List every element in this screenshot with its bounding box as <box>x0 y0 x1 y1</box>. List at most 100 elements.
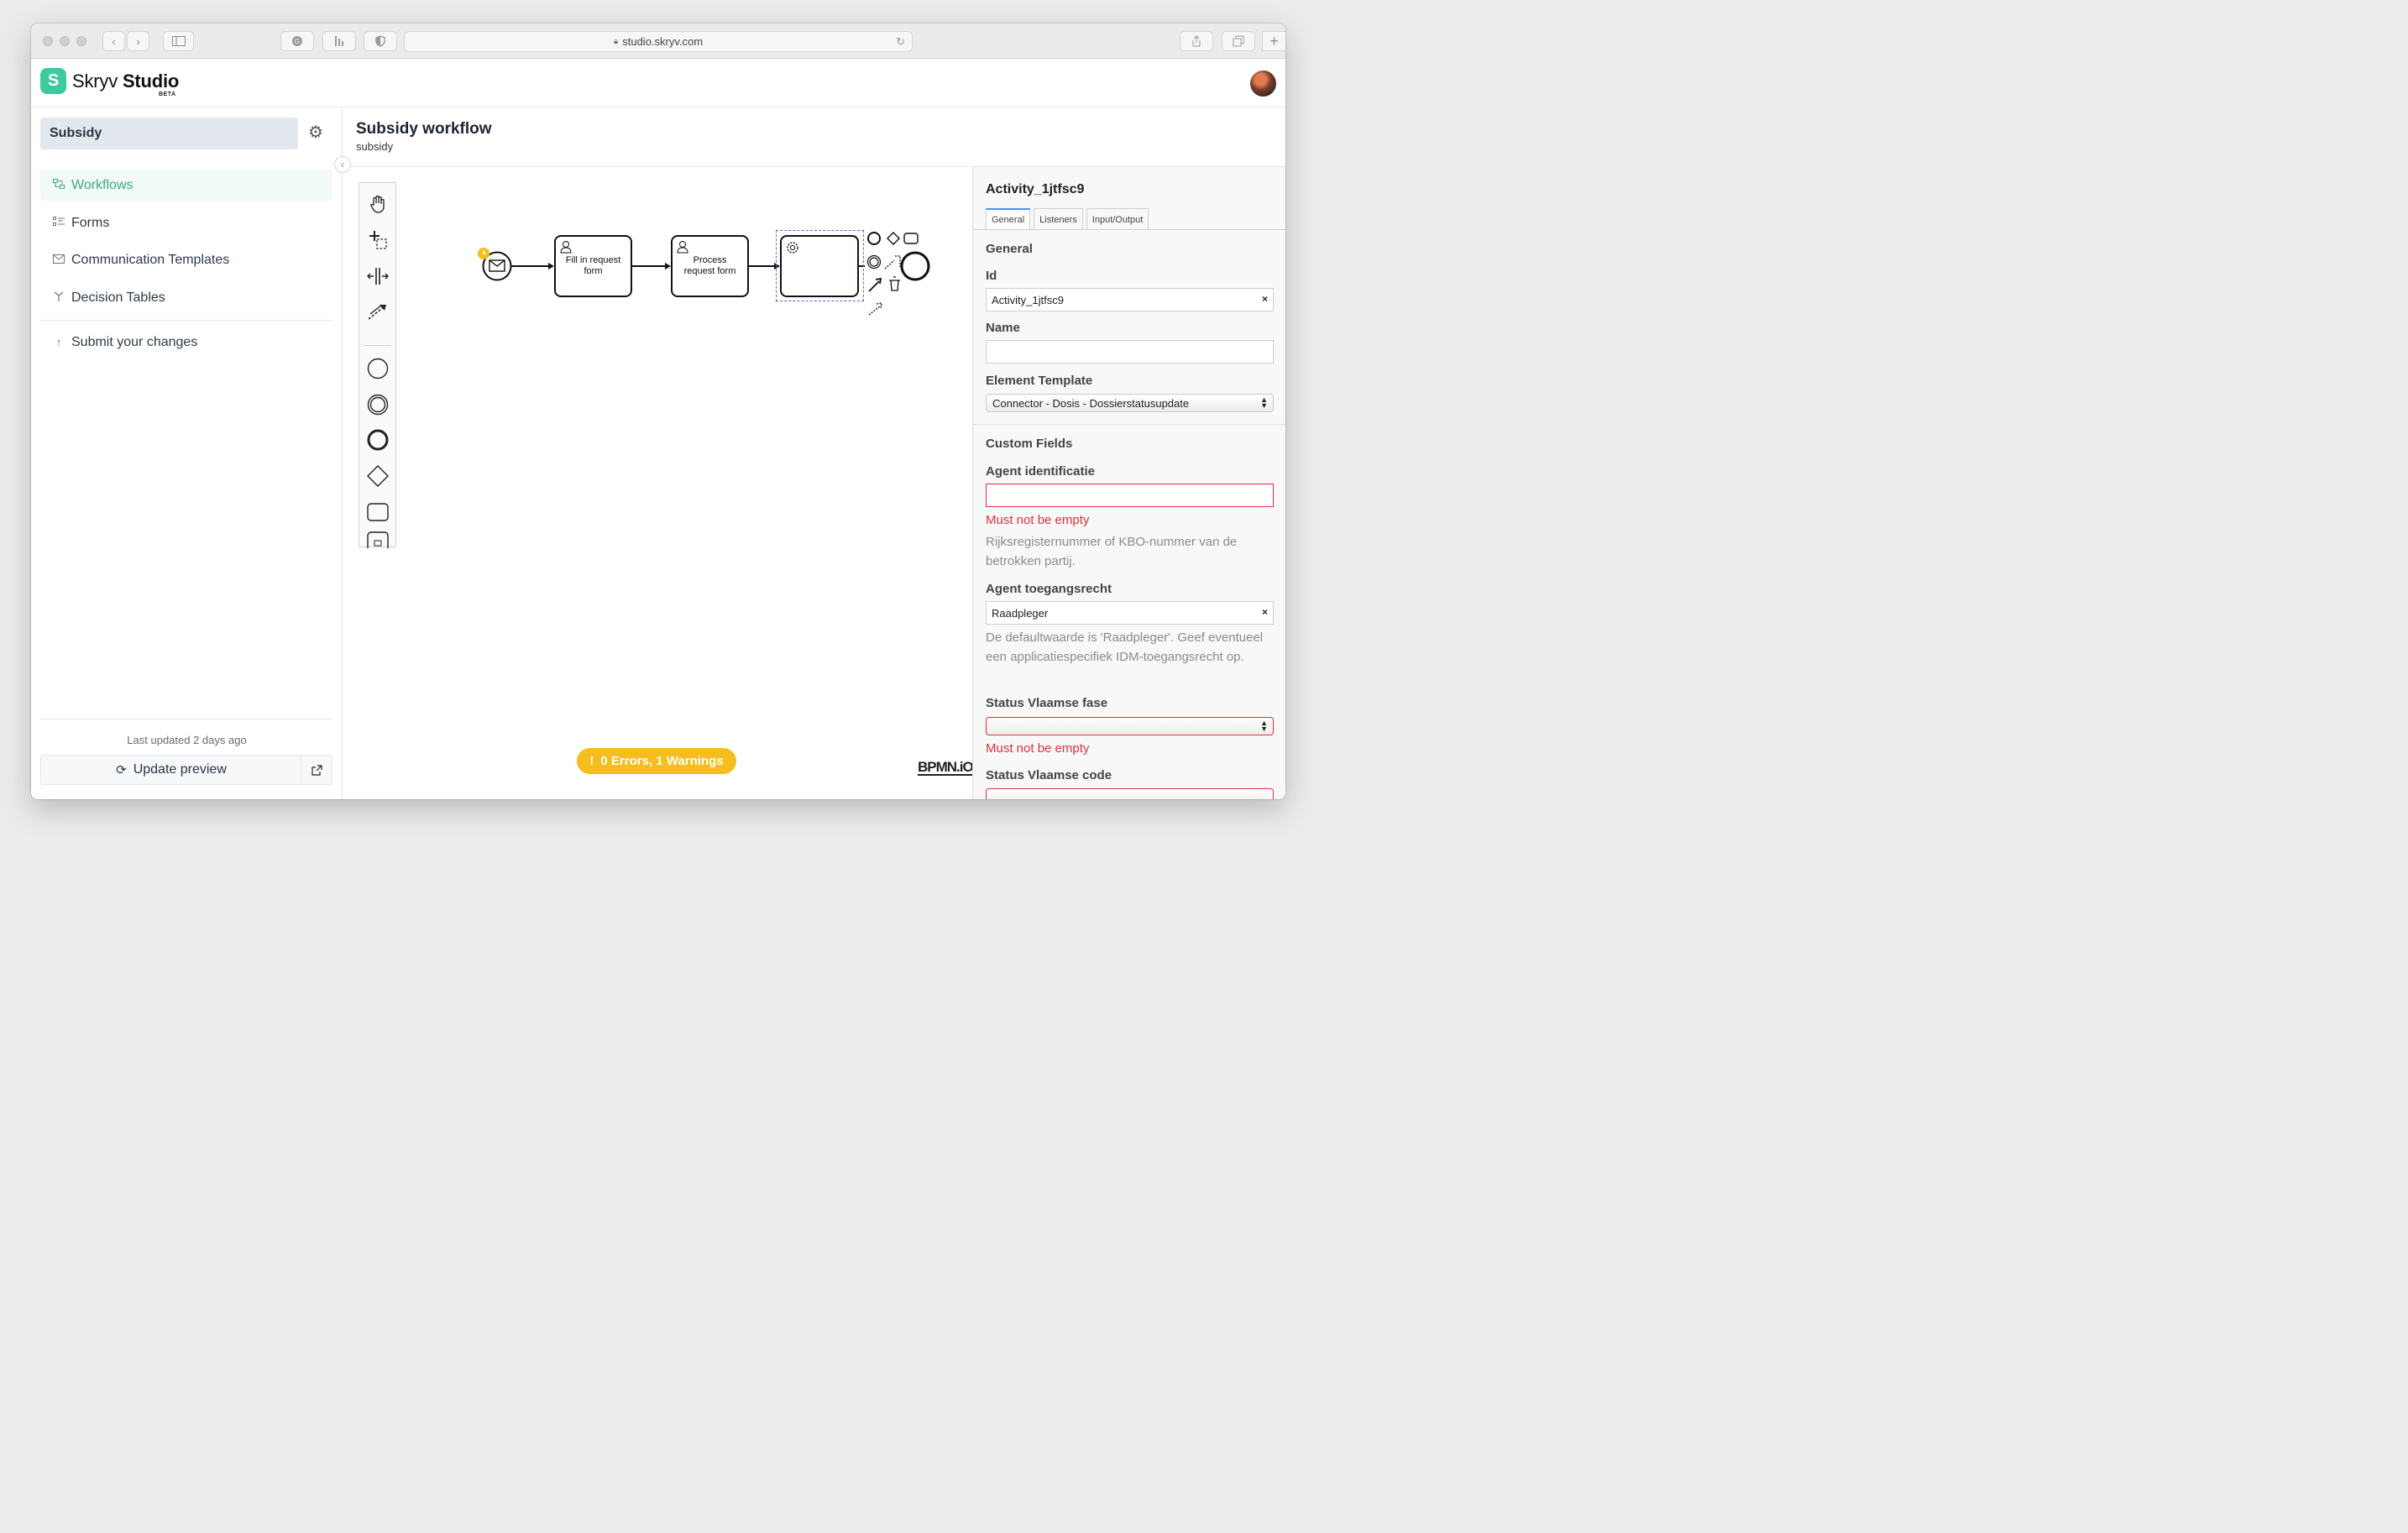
status-phase-select[interactable]: ▲ ▼ <box>986 717 1274 735</box>
id-field[interactable]: Activity_1jtfsc9 × <box>986 288 1274 311</box>
sidebar-item-decision-tables[interactable]: Decision Tables <box>40 282 332 313</box>
sidebar-item-workflows[interactable]: Workflows <box>40 170 332 201</box>
minimize-window-button[interactable] <box>60 36 70 46</box>
task-service-connector[interactable] <box>780 235 859 297</box>
preview-controls: ⟳ Update preview <box>40 755 332 785</box>
update-preview-label: Update preview <box>133 762 227 777</box>
element-template-label: Element Template <box>986 374 1093 388</box>
grammarly-extension-button[interactable]: G <box>280 31 314 51</box>
forward-button[interactable]: › <box>127 31 149 51</box>
task-process-request-form[interactable]: Process request form <box>671 235 749 297</box>
share-icon <box>1192 35 1201 47</box>
agent-id-label: Agent identificatie <box>986 464 1096 479</box>
browser-window: ‹ › G 🔒︎ studio.skryv.com ↻ + S Skryv St… <box>31 24 1285 799</box>
section-general-heading: General <box>986 242 1033 256</box>
open-preview-button[interactable] <box>301 756 332 784</box>
plus-icon: + <box>1269 32 1279 50</box>
tabs-overview-button[interactable] <box>1222 31 1255 51</box>
element-template-select[interactable]: Connector - Dosis - Dossierstatusupdate … <box>986 394 1274 412</box>
service-task-icon <box>787 242 798 254</box>
user-avatar[interactable] <box>1250 71 1276 97</box>
diagram-edges <box>478 232 930 316</box>
brand-first: Skryv <box>72 71 118 92</box>
status-code-label: Status Vlaamse code <box>986 768 1112 782</box>
external-link-icon <box>311 764 322 776</box>
agent-right-value: Raadpleger <box>992 607 1049 620</box>
validation-status-badge[interactable]: ! 0 Errors, 1 Warnings <box>577 748 736 774</box>
select-arrows-icon: ▲ ▼ <box>1260 719 1268 733</box>
tab-listeners[interactable]: Listeners <box>1034 208 1083 230</box>
form-list-icon <box>53 217 65 229</box>
bars-icon <box>335 36 343 46</box>
bpmn-io-logo[interactable]: BPMN.iO <box>918 760 974 776</box>
sidebar-item-communication-templates[interactable]: Communication Templates <box>40 244 332 275</box>
gear-icon[interactable]: ⚙ <box>308 124 323 141</box>
user-task-icon <box>677 241 688 254</box>
close-window-button[interactable] <box>43 36 53 46</box>
reload-icon[interactable]: ↻ <box>896 35 905 49</box>
page-title: Subsidy workflow <box>356 120 492 138</box>
collapse-sidebar-button[interactable]: ‹ <box>334 156 351 173</box>
clear-id-icon[interactable]: × <box>1262 293 1268 305</box>
sidebar-item-forms[interactable]: Forms <box>40 207 332 238</box>
lock-icon: 🔒︎ <box>613 37 619 46</box>
beta-badge: BETA <box>159 92 176 97</box>
zoom-window-button[interactable] <box>76 36 86 46</box>
name-field[interactable] <box>986 340 1274 364</box>
status-code-select[interactable] <box>986 788 1274 799</box>
custom-fields-heading: Custom Fields <box>986 437 1073 451</box>
last-updated-text: Last updated 2 days ago <box>127 734 247 746</box>
refresh-icon: ⟳ <box>116 763 127 777</box>
sidebar-icon <box>171 36 186 46</box>
tab-general[interactable]: General <box>986 208 1031 230</box>
address-bar[interactable]: 🔒︎ studio.skryv.com ↻ <box>404 31 913 52</box>
app-header: S Skryv Studio BETA <box>31 59 1285 107</box>
page-subtitle: subsidy <box>356 140 394 153</box>
new-tab-button[interactable]: + <box>1262 31 1285 51</box>
chevron-left-icon: ‹ <box>341 159 344 170</box>
element-template-value: Connector - Dosis - Dossierstatusupdate <box>992 397 1190 410</box>
agent-id-field[interactable] <box>986 484 1274 507</box>
clear-agent-right-icon[interactable]: × <box>1262 606 1268 618</box>
grammarly-icon: G <box>292 36 302 46</box>
decision-icon <box>53 291 65 304</box>
select-arrows-icon: ▲ ▼ <box>1260 395 1268 410</box>
brand-second: Studio <box>122 71 180 92</box>
status-phase-label: Status Vlaamse fase <box>986 696 1108 710</box>
url-text: studio.skryv.com <box>622 35 704 48</box>
brand-name: Skryv Studio <box>72 71 179 92</box>
task-fill-in-request-form[interactable]: Fill in request form <box>554 235 632 297</box>
extension-button[interactable] <box>322 31 356 51</box>
chevron-right-icon: › <box>136 34 140 48</box>
submit-changes-link[interactable]: ↑ Submit your changes <box>40 327 332 358</box>
skryv-logo-icon[interactable]: S <box>40 68 66 94</box>
agent-right-label: Agent toegangsrecht <box>986 582 1112 596</box>
update-preview-button[interactable]: ⟳ Update preview <box>41 756 301 784</box>
sidebar-item-label: Decision Tables <box>71 290 165 305</box>
status-phase-error: Must not be empty <box>986 741 1090 756</box>
sidebar-item-label: Forms <box>71 215 110 230</box>
bpmn-canvas[interactable]: Fill in request form Process request for… <box>343 167 974 799</box>
sidebar-toggle-button[interactable] <box>163 31 194 51</box>
agent-right-field[interactable]: Raadpleger × <box>986 601 1274 625</box>
sidebar-item-label: Communication Templates <box>71 252 230 267</box>
user-task-icon <box>560 241 572 254</box>
tab-input-output[interactable]: Input/Output <box>1086 208 1149 230</box>
back-button[interactable]: ‹ <box>102 31 125 51</box>
arrow-up-icon: ↑ <box>55 336 62 348</box>
project-selector[interactable]: Subsidy <box>40 118 298 149</box>
task-label: Fill in request form <box>565 255 621 276</box>
sidebar: Subsidy ⚙ Workflows Forms Communication … <box>31 108 343 799</box>
id-value: Activity_1jtfsc9 <box>992 294 1064 306</box>
sidebar-item-label: Workflows <box>71 177 133 192</box>
tabs-divider <box>973 229 1285 230</box>
share-button[interactable] <box>1180 31 1213 51</box>
validation-status-text: 0 Errors, 1 Warnings <box>600 754 724 768</box>
browser-toolbar: ‹ › G 🔒︎ studio.skryv.com ↻ + <box>31 24 1285 59</box>
divider <box>973 424 1285 425</box>
shield-extension-button[interactable] <box>364 31 397 51</box>
envelope-icon <box>53 254 65 266</box>
submit-changes-label: Submit your changes <box>71 334 198 349</box>
agent-id-help: Rijksregisternummer of KBO-nummer van de… <box>986 535 1238 568</box>
agent-right-help: De defaultwaarde is 'Raadpleger'. Geef e… <box>986 630 1264 664</box>
